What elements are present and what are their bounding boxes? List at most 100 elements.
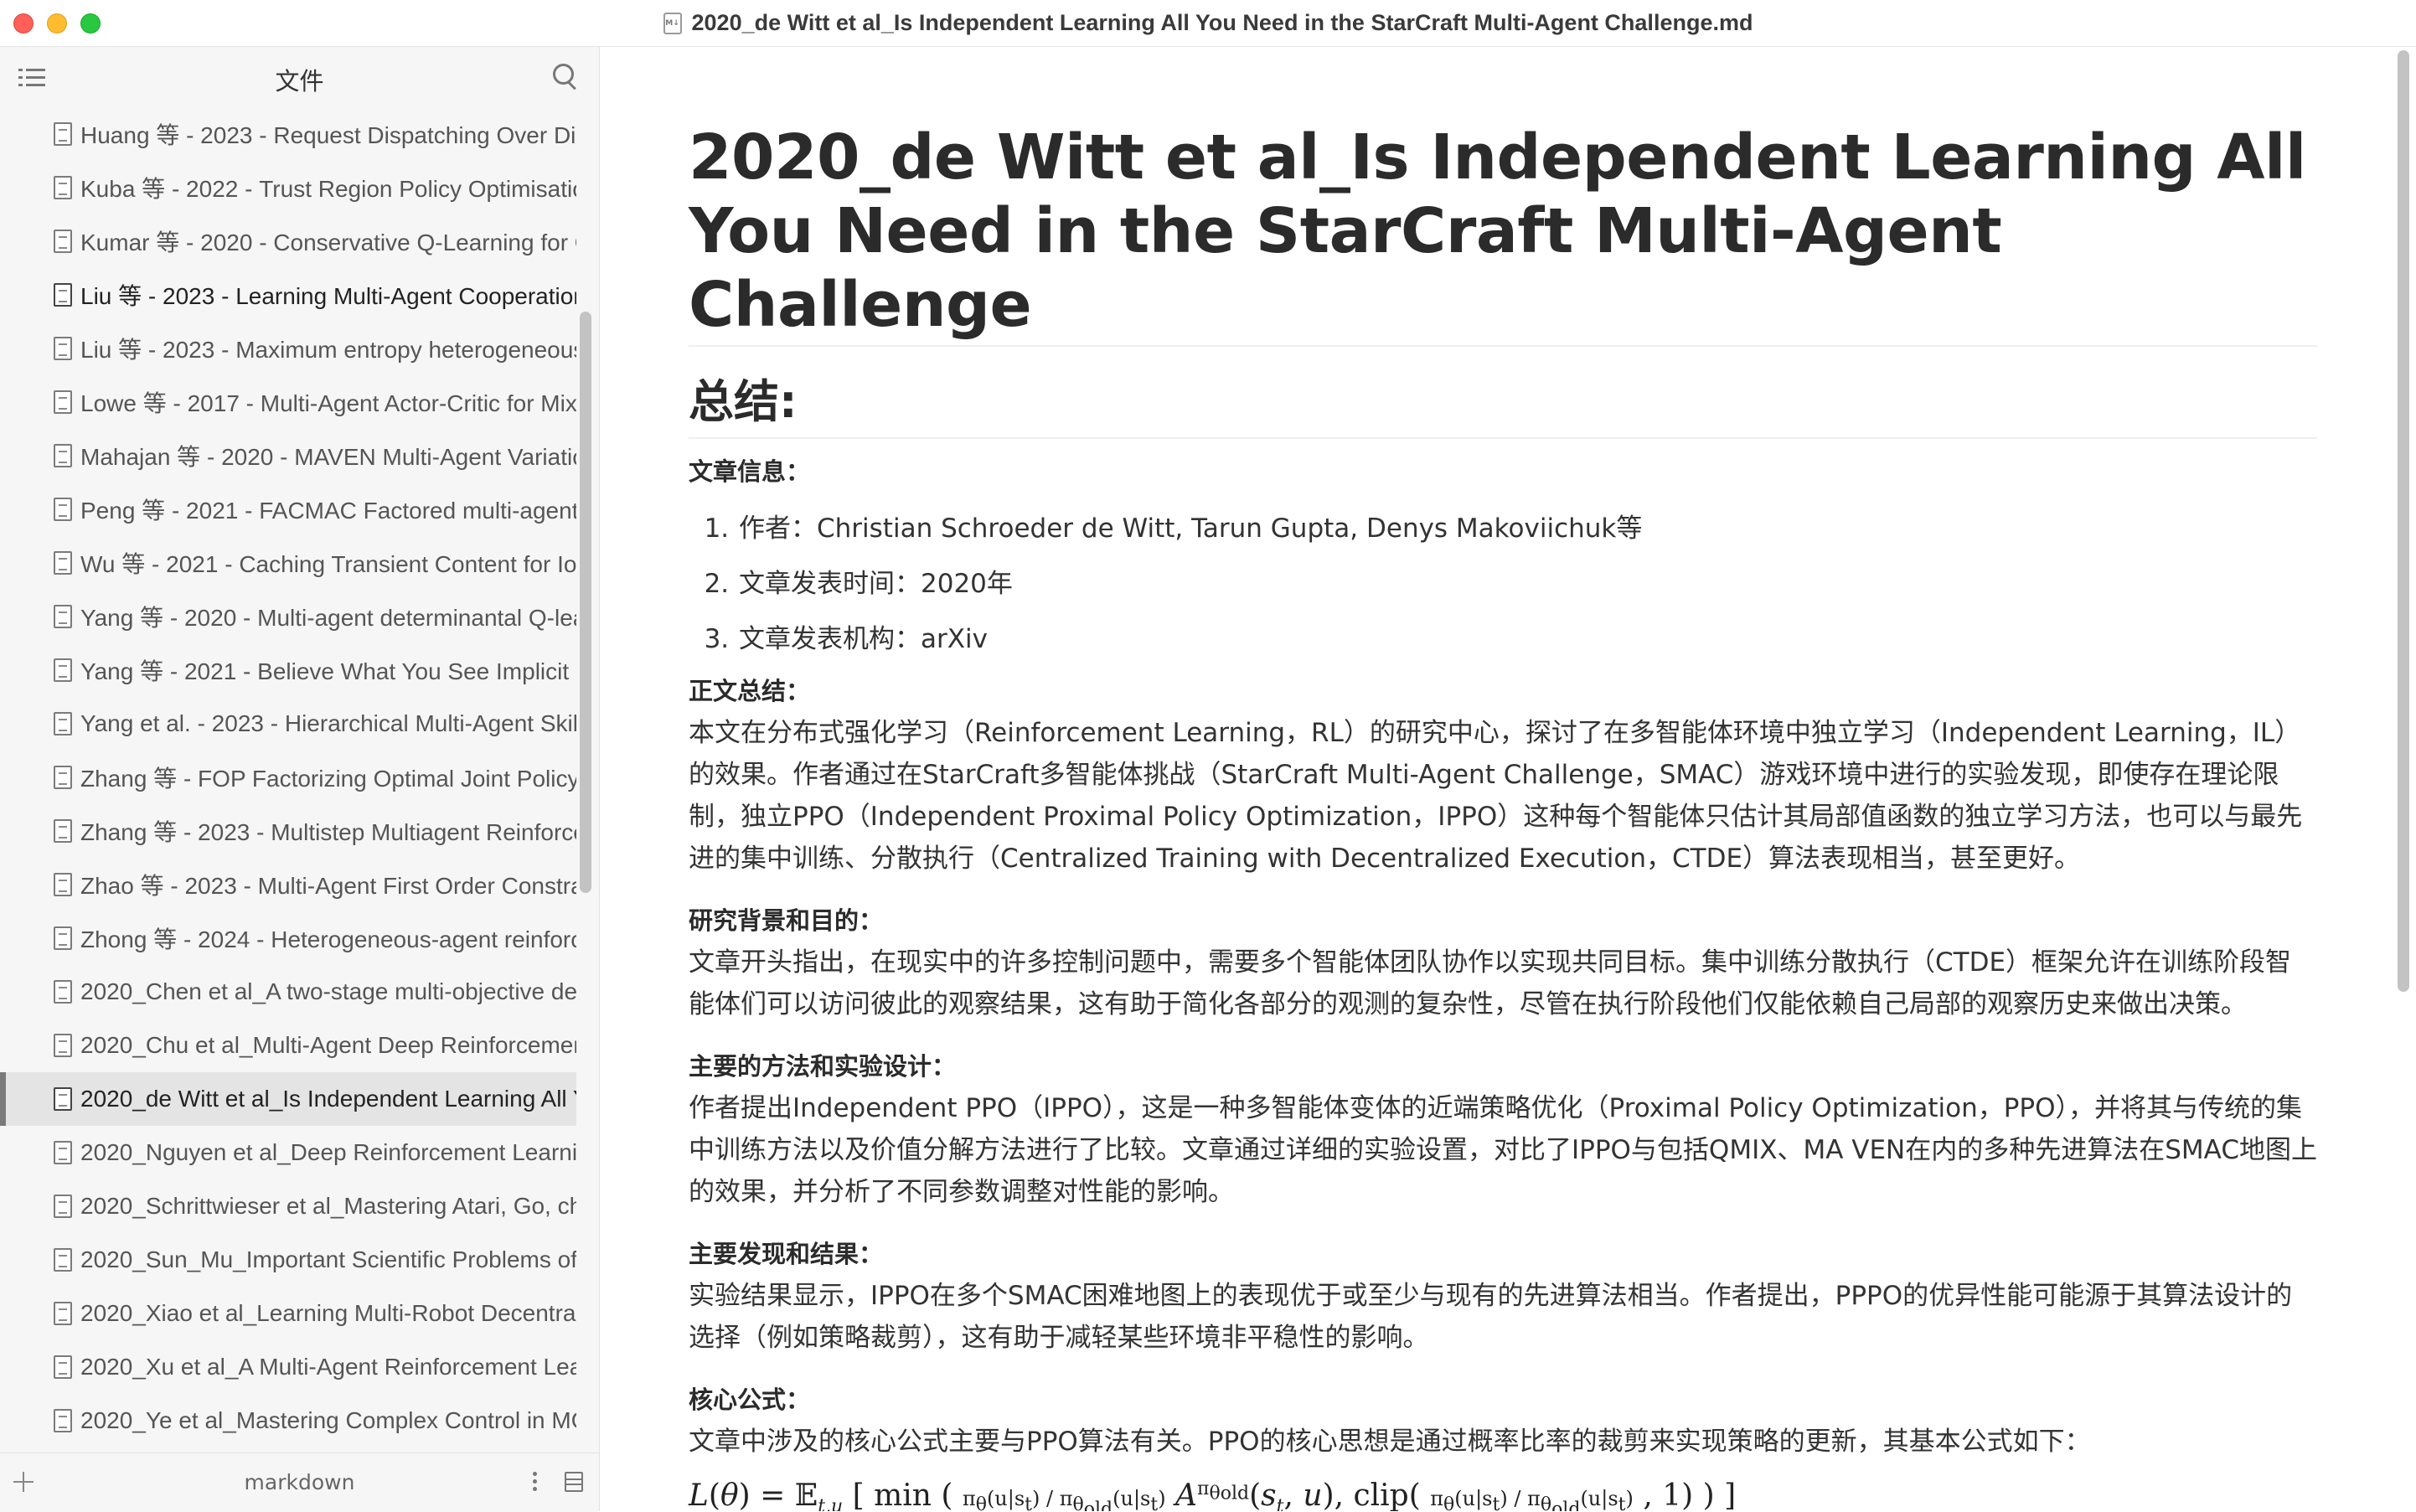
document-title: 2020_de Witt et al_Is Independent Learni… <box>689 121 2317 347</box>
more-options-icon[interactable] <box>533 1470 538 1494</box>
file-list-item[interactable]: Zhong 等 - 2024 - Heterogeneous-agent rei… <box>0 911 576 965</box>
background-section: 研究背景和目的： 文章开头指出，在现实中的许多控制问题中，需要多个智能体团队协作… <box>689 900 2317 1025</box>
document-icon <box>54 1248 72 1272</box>
file-name: Mahajan 等 - 2020 - MAVEN Multi-Agent Var… <box>80 444 576 470</box>
document-icon <box>54 1141 72 1164</box>
file-name: Zhang 等 - FOP Factorizing Optimal Joint … <box>80 766 576 792</box>
formula-section: 核心公式： 文章中涉及的核心公式主要与PPO算法有关。PPO的核心思想是通过概率… <box>689 1379 2317 1511</box>
summary-heading: 总结: <box>689 372 2317 439</box>
document-icon <box>54 122 72 146</box>
document-icon <box>54 766 72 789</box>
file-name: Kumar 等 - 2020 - Conservative Q-Learning… <box>80 230 576 255</box>
file-list-item[interactable]: 2020_Xu et al_A Multi-Agent Reinforcemen… <box>0 1340 576 1394</box>
document-icon <box>54 1302 72 1325</box>
document-icon <box>54 605 72 628</box>
file-name: Peng 等 - 2021 - FACMAC Factored multi-ag… <box>80 498 576 524</box>
document-icon <box>54 444 72 467</box>
file-name: 2020_Sun_Mu_Important Scientific Problem… <box>80 1246 576 1272</box>
file-name: Zhong 等 - 2024 - Heterogeneous-agent rei… <box>80 926 576 952</box>
background-label: 研究背景和目的： <box>689 906 884 935</box>
document-icon <box>54 712 72 735</box>
document-icon <box>54 1355 72 1379</box>
file-list-item[interactable]: Zhao 等 - 2023 - Multi-Agent First Order … <box>0 858 576 911</box>
info-item-date: 文章发表时间：2020年 <box>737 556 2317 612</box>
file-list-item[interactable]: Wu 等 - 2021 - Caching Transient Content … <box>0 536 576 590</box>
markdown-file-icon: M↓ <box>663 12 682 34</box>
file-list-item[interactable]: Yang et al. - 2023 - Hierarchical Multi-… <box>0 697 576 751</box>
file-list-item[interactable]: 2020_Nguyen et al_Deep Reinforcement Lea… <box>0 1126 576 1179</box>
file-list-item[interactable]: 2020_de Witt et al_Is Independent Learni… <box>0 1072 576 1126</box>
document-icon <box>54 1087 72 1111</box>
method-text: 作者提出Independent PPO（IPPO），这是一种多智能体变体的近端策… <box>689 1093 2317 1207</box>
file-name: Yang et al. - 2023 - Hierarchical Multi-… <box>80 710 576 736</box>
file-name: 2020_Schrittwieser et al_Mastering Atari… <box>80 1193 576 1219</box>
file-list-item[interactable]: Kuba 等 - 2022 - Trust Region Policy Opti… <box>0 161 576 214</box>
file-list-item[interactable]: 2020_Ye et al_Mastering Complex Control … <box>0 1394 576 1447</box>
file-list-item[interactable]: Kumar 等 - 2020 - Conservative Q-Learning… <box>0 214 576 268</box>
file-name: Yang 等 - 2020 - Multi-agent determinanta… <box>80 605 576 631</box>
formula-text: 文章中涉及的核心公式主要与PPO算法有关。PPO的核心思想是通过概率比率的裁剪来… <box>689 1427 2091 1457</box>
file-list-item[interactable]: Liu 等 - 2023 - Maximum entropy heterogen… <box>0 322 576 375</box>
background-text: 文章开头指出，在现实中的许多控制问题中，需要多个智能体团队协作以实现共同目标。集… <box>689 947 2292 1019</box>
editor-pane[interactable]: 2020_de Witt et al_Is Independent Learni… <box>600 47 2416 1511</box>
search-icon[interactable] <box>553 64 578 90</box>
window-titlebar: M↓ 2020_de Witt et al_Is Independent Lea… <box>0 0 2416 47</box>
info-list: 作者：Christian Schroeder de Witt, Tarun Gu… <box>689 501 2317 667</box>
window-title: 2020_de Witt et al_Is Independent Learni… <box>691 10 1753 35</box>
ppo-formula: L(θ) = 𝔼t,u [ min ( πθ(u|st) / πθold(u|s… <box>689 1478 1737 1511</box>
toggle-view-icon[interactable] <box>565 1472 583 1492</box>
document-icon <box>54 551 72 575</box>
method-section: 主要的方法和实验设计： 作者提出Independent PPO（IPPO），这是… <box>689 1045 2317 1213</box>
document-icon <box>54 230 72 253</box>
file-list-item[interactable]: Huang 等 - 2023 - Request Dispatching Ove… <box>0 107 576 161</box>
file-name: 2020_Nguyen et al_Deep Reinforcement Lea… <box>80 1139 576 1165</box>
file-name: 2020_Xiao et al_Learning Multi-Robot Dec… <box>80 1300 576 1326</box>
file-list-item[interactable]: 2020_Xiao et al_Learning Multi-Robot Dec… <box>0 1287 576 1340</box>
file-sidebar: 文件 Huang 等 - 2023 - Request Dispatching … <box>0 47 600 1512</box>
document-icon <box>54 658 72 682</box>
file-list: Huang 等 - 2023 - Request Dispatching Ove… <box>0 107 576 1479</box>
file-list-item[interactable]: Yang 等 - 2021 - Believe What You See Imp… <box>0 643 576 697</box>
sidebar-vertical-scrollbar[interactable] <box>580 312 591 893</box>
file-list-item[interactable]: 2020_Schrittwieser et al_Mastering Atari… <box>0 1179 576 1233</box>
file-name: Wu 等 - 2021 - Caching Transient Content … <box>80 551 576 577</box>
file-list-item[interactable]: Zhang 等 - FOP Factorizing Optimal Joint … <box>0 751 576 804</box>
document-content[interactable]: 2020_de Witt et al_Is Independent Learni… <box>689 121 2317 1511</box>
folder-name-label[interactable]: markdown <box>0 1470 599 1494</box>
file-list-item[interactable]: Zhang 等 - 2023 - Multistep Multiagent Re… <box>0 804 576 858</box>
file-list-item[interactable]: 2020_Chen et al_A two-stage multi-object… <box>0 965 576 1019</box>
method-label: 主要的方法和实验设计： <box>689 1052 957 1081</box>
document-icon <box>54 1034 72 1057</box>
file-name: 2020_Ye et al_Mastering Complex Control … <box>80 1407 576 1433</box>
sidebar-footer: markdown <box>0 1453 599 1512</box>
sidebar-title: 文件 <box>275 67 324 95</box>
document-icon <box>54 283 72 307</box>
file-list-item[interactable]: Yang 等 - 2020 - Multi-agent determinanta… <box>0 590 576 643</box>
editor-vertical-scrollbar[interactable] <box>2398 50 2409 992</box>
file-list-item[interactable]: 2020_Chu et al_Multi-Agent Deep Reinforc… <box>0 1019 576 1072</box>
file-name: Yang 等 - 2021 - Believe What You See Imp… <box>80 658 570 684</box>
file-name: 2020_de Witt et al_Is Independent Learni… <box>80 1086 576 1112</box>
info-item-venue: 文章发表机构：arXiv <box>737 612 2317 667</box>
file-name: 2020_Xu et al_A Multi-Agent Reinforcemen… <box>80 1354 576 1380</box>
document-icon <box>54 980 72 1004</box>
file-list-item[interactable]: Peng 等 - 2021 - FACMAC Factored multi-ag… <box>0 482 576 536</box>
document-icon <box>54 1409 72 1432</box>
document-icon <box>54 498 72 521</box>
results-label: 主要发现和结果： <box>689 1240 884 1268</box>
file-list-item[interactable]: Liu 等 - 2023 - Learning Multi-Agent Coop… <box>0 268 576 322</box>
document-icon <box>54 390 72 414</box>
info-label: 文章信息： <box>689 457 811 486</box>
file-name: Liu 等 - 2023 - Maximum entropy heterogen… <box>80 337 576 363</box>
file-name: Lowe 等 - 2017 - Multi-Agent Actor-Critic… <box>80 390 576 416</box>
file-list-item[interactable]: Mahajan 等 - 2020 - MAVEN Multi-Agent Var… <box>0 429 576 482</box>
body-summary-label: 正文总结： <box>689 677 811 705</box>
file-name: Zhao 等 - 2023 - Multi-Agent First Order … <box>80 873 576 899</box>
file-name: Kuba 等 - 2022 - Trust Region Policy Opti… <box>80 176 576 202</box>
file-name: 2020_Chu et al_Multi-Agent Deep Reinforc… <box>80 1032 576 1058</box>
document-icon <box>54 337 72 360</box>
results-text: 实验结果显示，IPPO在多个SMAC困难地图上的表现优于或至少与现有的先进算法相… <box>689 1281 2293 1353</box>
body-summary-text: 本文在分布式强化学习（Reinforcement Learning，RL）的研究… <box>689 718 2303 874</box>
file-list-item[interactable]: 2020_Sun_Mu_Important Scientific Problem… <box>0 1233 576 1287</box>
file-list-item[interactable]: Lowe 等 - 2017 - Multi-Agent Actor-Critic… <box>0 375 576 429</box>
